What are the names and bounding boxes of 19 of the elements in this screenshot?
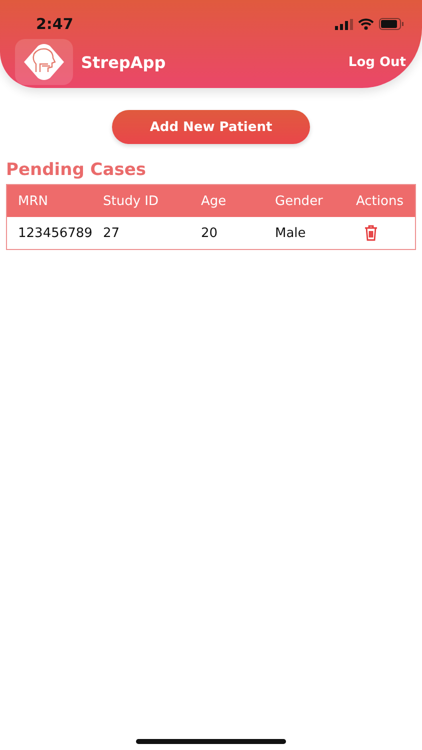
section-title: Pending Cases xyxy=(6,160,147,180)
column-header: MRN xyxy=(18,194,49,208)
wifi-icon xyxy=(358,18,374,30)
logout-link[interactable]: Log Out xyxy=(348,54,406,70)
add-patient-button[interactable]: Add New Patient xyxy=(112,110,310,144)
table-cell-text: Male xyxy=(275,226,307,240)
table-cell-text: 27 xyxy=(103,226,121,240)
signal-icon xyxy=(335,18,353,30)
column-header: Study ID xyxy=(103,194,160,208)
column-header: Actions xyxy=(356,194,404,208)
status-time: 2:47 xyxy=(36,15,74,33)
battery-icon xyxy=(379,18,404,30)
table-cell-text: 20 xyxy=(201,226,219,240)
table-cell-text: 123456789 xyxy=(18,226,94,240)
app-logo xyxy=(15,39,73,85)
app-name: StrepApp xyxy=(81,52,166,72)
column-header: Gender xyxy=(275,194,324,208)
column-header: Age xyxy=(201,194,228,208)
trash-icon[interactable] xyxy=(364,225,378,241)
